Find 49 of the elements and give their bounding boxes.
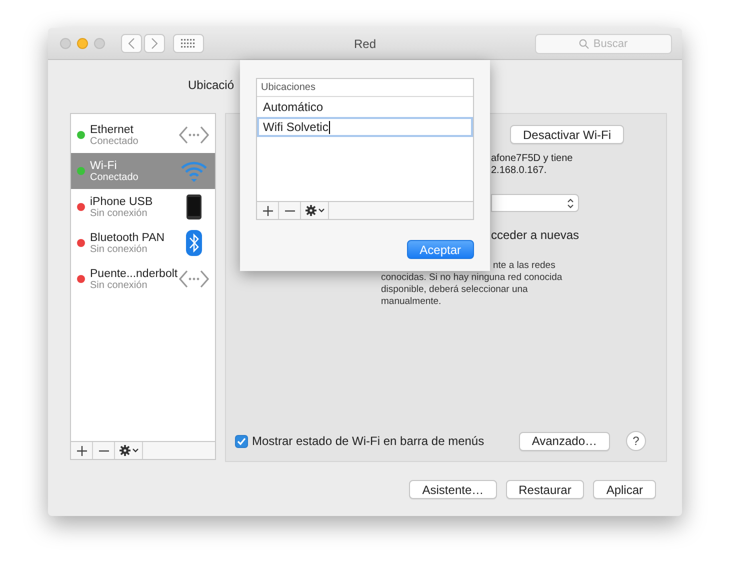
footer-button[interactable]: Restaurar	[506, 480, 584, 499]
show-all-button[interactable]	[173, 34, 204, 53]
service-status: Sin conexión	[90, 208, 148, 218]
service-item[interactable]: Bluetooth PAN Sin conexión	[71, 225, 215, 261]
bluetooth-icon	[186, 230, 202, 256]
footer-button[interactable]: Aplicar	[593, 480, 656, 499]
arrows-icon	[179, 125, 209, 145]
service-item[interactable]: iPhone USB Sin conexión	[71, 189, 215, 225]
search-icon	[579, 38, 590, 48]
show-status-checkbox[interactable]	[235, 434, 248, 448]
gear-icon[interactable]	[304, 205, 324, 216]
note-text: manualmente.	[381, 296, 442, 308]
plus-icon[interactable]	[262, 206, 272, 216]
option-label: cceder a nuevas	[491, 228, 580, 242]
phone-icon	[186, 194, 202, 220]
service-item[interactable]: Ethernet Conectado	[71, 117, 215, 153]
note-text: conocidas. Si no hay ninguna red conocida	[381, 272, 564, 284]
chevron-right-icon	[151, 38, 158, 49]
service-item[interactable]: Puente...nderbolt Sin conexión	[71, 261, 215, 297]
service-name: iPhone USB	[90, 196, 154, 208]
service-status: Conectado	[90, 136, 140, 146]
service-name: Ethernet	[90, 124, 134, 136]
service-name: Wi-Fi	[90, 160, 118, 172]
location-label: Ubicació	[188, 78, 234, 92]
service-status: Conectado	[90, 172, 140, 182]
service-name: Bluetooth PAN	[90, 232, 166, 244]
footer-button[interactable]: Asistente…	[409, 480, 497, 499]
note-text: nte a las redes	[492, 260, 556, 272]
status-text: 2.168.0.167.	[491, 165, 548, 177]
status-text: afone7F5D y tiene	[491, 153, 574, 165]
arrows-icon	[179, 269, 209, 289]
gear-icon[interactable]	[118, 445, 138, 456]
chevron-left-icon	[128, 38, 135, 49]
wifi-icon	[180, 160, 208, 182]
show-status-label: Mostrar estado de Wi-Fi en barra de menús	[252, 434, 484, 448]
service-status: Sin conexión	[90, 280, 148, 290]
service-status: Sin conexión	[90, 244, 148, 254]
updown-icon	[567, 198, 574, 208]
advanced-button[interactable]: Avanzado…	[518, 432, 610, 450]
toggle-wifi-button[interactable]: Desactivar Wi-Fi	[510, 125, 624, 144]
help-button[interactable]: ?	[626, 431, 646, 451]
note-text: disponible, deberá seleccionar una	[381, 284, 529, 296]
grid-icon	[181, 39, 196, 48]
location-item[interactable]: Automático	[257, 97, 473, 117]
service-name: Puente...nderbolt	[90, 268, 179, 280]
plus-icon[interactable]	[76, 446, 86, 456]
location-name-field[interactable]: Wifi Solvetic	[257, 117, 473, 137]
column-header: Ubicaciones	[257, 79, 473, 97]
window-title: Red	[354, 36, 376, 50]
